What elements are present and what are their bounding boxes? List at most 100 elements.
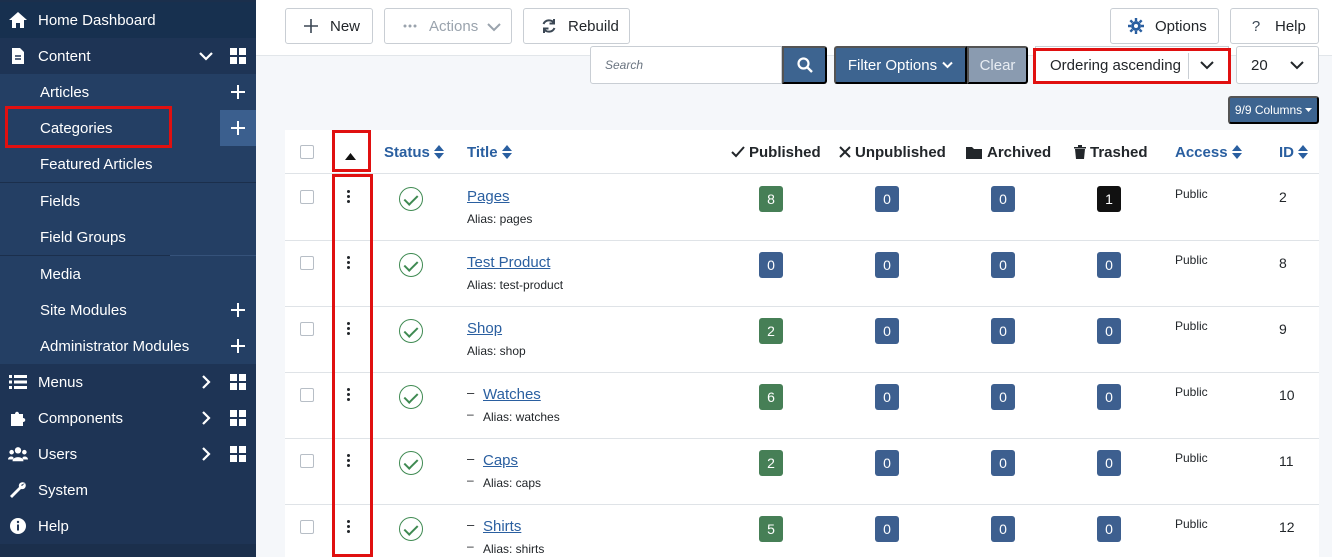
chevron-right-icon[interactable] [198, 410, 214, 426]
sidebar-item-featured-articles[interactable]: Featured Articles [0, 146, 256, 182]
sidebar-item-users[interactable]: Users [0, 436, 256, 472]
published-status-icon[interactable] [399, 187, 423, 211]
plus-icon[interactable] [230, 338, 246, 354]
published-status-icon[interactable] [399, 385, 423, 409]
published-count-badge[interactable]: 2 [759, 450, 783, 476]
table-row: Pages Alias: pages 8 0 0 1 Public 2 [285, 175, 1319, 241]
row-checkbox[interactable] [300, 388, 314, 402]
row-checkbox[interactable] [300, 454, 314, 468]
filter-options-button[interactable]: Filter Options [834, 46, 967, 84]
published-count-badge[interactable]: 5 [759, 516, 783, 542]
plus-icon[interactable] [230, 302, 246, 318]
dashboard-grid-icon[interactable] [230, 48, 246, 64]
chevron-right-icon[interactable] [198, 446, 214, 462]
sidebar-item-components[interactable]: Components [0, 400, 256, 436]
plus-icon[interactable] [230, 84, 246, 100]
child-indent-dash: – [467, 539, 474, 553]
sidebar-item-administrator-modules[interactable]: Administrator Modules [0, 328, 256, 364]
trashed-count-badge[interactable]: 0 [1097, 516, 1121, 542]
header-id[interactable]: ID [1279, 130, 1308, 174]
row-checkbox[interactable] [300, 520, 314, 534]
sidebar-item-media[interactable]: Media [0, 256, 256, 292]
trashed-count-badge[interactable]: 0 [1097, 252, 1121, 278]
table-row: Shop Alias: shop 2 0 0 0 Public 9 [285, 307, 1319, 373]
published-status-icon[interactable] [399, 451, 423, 475]
unpublished-count-badge[interactable]: 0 [875, 384, 899, 410]
row-checkbox[interactable] [300, 322, 314, 336]
published-count-badge[interactable]: 0 [759, 252, 783, 278]
sidebar-item-content[interactable]: Content [0, 38, 256, 74]
sidebar-item-label: System [38, 481, 89, 499]
category-title-link[interactable]: Shirts [483, 518, 521, 535]
published-count-badge[interactable]: 2 [759, 318, 783, 344]
category-title-link[interactable]: Watches [483, 386, 541, 403]
highlight-categories [5, 106, 172, 148]
actions-button[interactable]: Actions [384, 8, 512, 44]
published-status-icon[interactable] [399, 319, 423, 343]
search-input[interactable]: Search [590, 46, 782, 84]
sidebar-item-site-modules[interactable]: Site Modules [0, 292, 256, 328]
access-level: Public [1175, 385, 1208, 399]
trashed-count-badge[interactable]: 0 [1097, 450, 1121, 476]
row-checkbox[interactable] [300, 256, 314, 270]
category-alias: Alias: pages [467, 212, 533, 226]
trashed-count-badge[interactable]: 0 [1097, 318, 1121, 344]
published-status-icon[interactable] [399, 253, 423, 277]
sidebar-item-label: Administrator Modules [40, 337, 190, 355]
archived-count-badge[interactable]: 0 [991, 450, 1015, 476]
clear-button[interactable]: Clear [967, 46, 1028, 84]
columns-toggle-button[interactable]: 9/9 Columns [1228, 96, 1319, 124]
category-title-link[interactable]: Shop [467, 320, 502, 337]
options-button[interactable]: Options [1110, 8, 1219, 44]
chevron-down-icon [487, 23, 501, 32]
archived-count-badge[interactable]: 0 [991, 252, 1015, 278]
unpublished-count-badge[interactable]: 0 [875, 318, 899, 344]
published-count-badge[interactable]: 6 [759, 384, 783, 410]
archived-count-badge[interactable]: 0 [991, 384, 1015, 410]
archived-count-badge[interactable]: 0 [991, 318, 1015, 344]
sidebar-item-home-dashboard[interactable]: Home Dashboard [0, 2, 256, 38]
header-access[interactable]: Access [1175, 130, 1242, 174]
header-title[interactable]: Title [467, 130, 512, 174]
sidebar-item-field-groups[interactable]: Field Groups [0, 219, 256, 255]
select-all-checkbox[interactable] [300, 145, 314, 159]
published-count-badge[interactable]: 8 [759, 186, 783, 212]
add-category-button[interactable] [220, 110, 256, 146]
trashed-count-badge[interactable]: 1 [1097, 186, 1121, 212]
sidebar-item-label: Media [40, 265, 81, 283]
category-title-link[interactable]: Caps [483, 452, 518, 469]
dashboard-grid-icon[interactable] [230, 374, 246, 390]
unpublished-count-badge[interactable]: 0 [875, 516, 899, 542]
unpublished-count-badge[interactable]: 0 [875, 450, 899, 476]
info-icon [8, 516, 28, 536]
sidebar-item-label: Featured Articles [40, 155, 153, 173]
sidebar-item-fields[interactable]: Fields [0, 183, 256, 219]
row-checkbox[interactable] [300, 190, 314, 204]
published-status-icon[interactable] [399, 517, 423, 541]
search-button[interactable] [782, 46, 827, 84]
category-title-link[interactable]: Pages [467, 188, 510, 205]
chevron-right-icon[interactable] [198, 374, 214, 390]
sidebar-item-label: Help [38, 517, 69, 535]
clear-button-label: Clear [979, 56, 1016, 74]
archived-count-badge[interactable]: 0 [991, 186, 1015, 212]
unpublished-count-badge[interactable]: 0 [875, 186, 899, 212]
chevron-down-icon[interactable] [198, 48, 214, 64]
actions-button-label: Actions [429, 17, 479, 35]
new-button[interactable]: New [285, 8, 373, 44]
sidebar-item-menus[interactable]: Menus [0, 364, 256, 400]
dashboard-grid-icon[interactable] [230, 410, 246, 426]
archived-count-badge[interactable]: 0 [991, 516, 1015, 542]
dashboard-grid-icon[interactable] [230, 446, 246, 462]
unpublished-count-badge[interactable]: 0 [875, 252, 899, 278]
folder-icon [966, 146, 982, 159]
sidebar-item-articles[interactable]: Articles [0, 74, 256, 110]
list-limit-select[interactable]: 20 [1236, 46, 1319, 84]
rebuild-button[interactable]: Rebuild [523, 8, 630, 44]
sidebar-item-system[interactable]: System [0, 472, 256, 508]
sidebar-item-help[interactable]: Help [0, 508, 256, 544]
category-title-link[interactable]: Test Product [467, 254, 550, 271]
header-status[interactable]: Status [384, 130, 444, 174]
help-button[interactable]: ? Help [1230, 8, 1319, 44]
trashed-count-badge[interactable]: 0 [1097, 384, 1121, 410]
